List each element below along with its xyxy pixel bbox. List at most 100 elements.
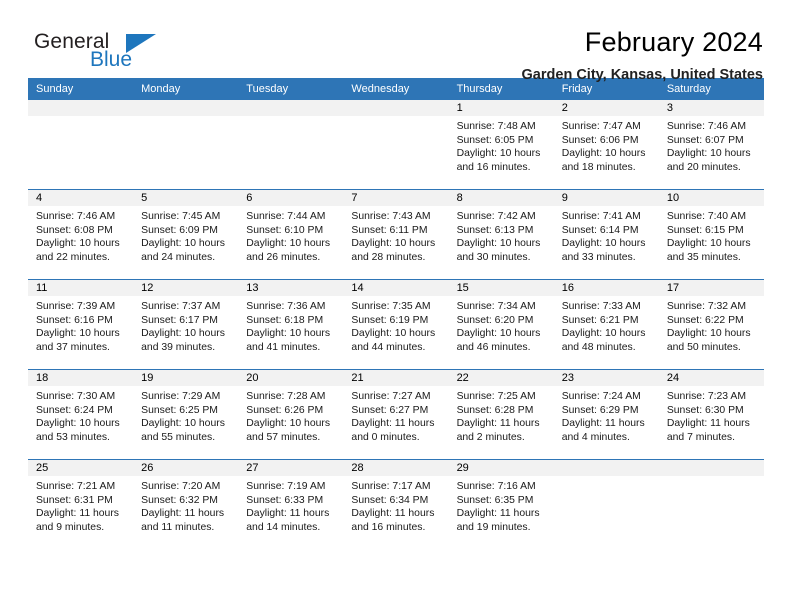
day-detail-line: Sunset: 6:15 PM xyxy=(666,224,744,236)
day-number: 14 xyxy=(343,280,449,296)
day-detail-line: Daylight: 10 hours xyxy=(141,238,225,250)
day-number: 11 xyxy=(28,280,134,296)
calendar-day-cell[interactable]: 24 Sunrise: 7:23 AM Sunset: 6:30 PM Dayligh… xyxy=(658,370,764,459)
day-detail-line: Sunrise: 7:45 AM xyxy=(141,211,221,222)
day-detail-line: and 22 minutes. xyxy=(36,251,110,263)
day-detail-line: and 0 minutes. xyxy=(351,431,420,443)
day-detail-line: Daylight: 10 hours xyxy=(456,148,541,160)
day-number: 12 xyxy=(133,280,239,296)
calendar-day-cell[interactable]: 11 Sunrise: 7:39 AM Sunset: 6:16 PM Dayligh… xyxy=(28,280,134,369)
day-details: Sunrise: 7:40 AM Sunset: 6:15 PM Daylight:… xyxy=(659,206,764,264)
day-detail-line: Sunrise: 7:29 AM xyxy=(141,391,221,402)
calendar-day-cell[interactable]: 26 Sunrise: 7:20 AM Sunset: 6:32 PM Dayligh… xyxy=(133,460,239,549)
calendar-day-cell[interactable]: 4 Sunrise: 7:46 AM Sunset: 6:08 PM Daylight… xyxy=(28,190,134,279)
day-detail-line: Sunrise: 7:37 AM xyxy=(141,301,221,312)
day-details: Sunrise: 7:35 AM Sunset: 6:19 PM Daylight:… xyxy=(343,296,448,354)
calendar-day-cell[interactable]: 14 Sunrise: 7:35 AM Sunset: 6:19 PM Dayligh… xyxy=(343,280,449,369)
day-detail-line: Daylight: 10 hours xyxy=(246,328,331,340)
day-detail-line: Sunset: 6:27 PM xyxy=(351,404,429,416)
day-detail-line: and 26 minutes. xyxy=(246,251,321,263)
calendar-day-cell[interactable]: 12 Sunrise: 7:37 AM Sunset: 6:17 PM Dayligh… xyxy=(133,280,239,369)
day-detail-line: and 57 minutes. xyxy=(246,431,321,443)
day-detail-line: Sunrise: 7:35 AM xyxy=(351,301,431,312)
day-detail-line: Sunset: 6:09 PM xyxy=(141,224,218,236)
day-detail-line: and 9 minutes. xyxy=(36,521,105,533)
day-details: Sunrise: 7:42 AM Sunset: 6:13 PM Daylight:… xyxy=(449,206,554,264)
day-detail-line: Sunrise: 7:21 AM xyxy=(36,481,116,492)
day-number: 19 xyxy=(133,370,239,386)
day-details: Sunrise: 7:43 AM Sunset: 6:11 PM Daylight:… xyxy=(343,206,448,264)
calendar-day-cell[interactable]: 27 Sunrise: 7:19 AM Sunset: 6:33 PM Dayligh… xyxy=(238,460,344,549)
calendar-day-cell[interactable]: 8 Sunrise: 7:42 AM Sunset: 6:13 PM Daylight… xyxy=(448,190,554,279)
day-detail-line: and 53 minutes. xyxy=(36,431,110,443)
day-number: 10 xyxy=(658,190,764,206)
day-detail-line: Sunset: 6:31 PM xyxy=(36,494,113,506)
day-details xyxy=(659,476,764,480)
day-details xyxy=(28,116,133,120)
day-detail-line: Daylight: 10 hours xyxy=(36,238,120,250)
day-detail-line: Sunrise: 7:34 AM xyxy=(456,301,536,312)
day-detail-line: Sunrise: 7:27 AM xyxy=(351,391,431,402)
calendar-day-cell[interactable]: 25 Sunrise: 7:21 AM Sunset: 6:31 PM Dayligh… xyxy=(28,460,134,549)
calendar-day-cell[interactable]: 1 Sunrise: 7:48 AM Sunset: 6:05 PM Daylight… xyxy=(448,100,554,189)
page-title: February 2024 xyxy=(584,27,763,57)
weekday-header-thursday: Thursday xyxy=(456,83,503,95)
day-number: 9 xyxy=(553,190,659,206)
calendar-day-cell[interactable]: 22 Sunrise: 7:25 AM Sunset: 6:28 PM Dayligh… xyxy=(448,370,554,459)
calendar-day-cell[interactable]: 15 Sunrise: 7:34 AM Sunset: 6:20 PM Dayligh… xyxy=(448,280,554,369)
calendar-day-cell[interactable]: 10 Sunrise: 7:40 AM Sunset: 6:15 PM Dayligh… xyxy=(658,190,764,279)
calendar-day-cell[interactable]: 6 Sunrise: 7:44 AM Sunset: 6:10 PM Daylight… xyxy=(238,190,344,279)
calendar-day-cell[interactable]: 21 Sunrise: 7:27 AM Sunset: 6:27 PM Dayligh… xyxy=(343,370,449,459)
day-detail-line: Daylight: 10 hours xyxy=(561,238,646,250)
calendar-day-cell[interactable]: 2 Sunrise: 7:47 AM Sunset: 6:06 PM Daylight… xyxy=(553,100,659,189)
calendar-day-cell[interactable]: 16 Sunrise: 7:33 AM Sunset: 6:21 PM Dayligh… xyxy=(553,280,659,369)
calendar-day-cell[interactable]: 5 Sunrise: 7:45 AM Sunset: 6:09 PM Daylight… xyxy=(133,190,239,279)
calendar-day-cell[interactable]: 19 Sunrise: 7:29 AM Sunset: 6:25 PM Dayligh… xyxy=(133,370,239,459)
day-detail-line: Sunset: 6:11 PM xyxy=(351,224,428,236)
calendar-day-cell[interactable]: 20 Sunrise: 7:28 AM Sunset: 6:26 PM Dayligh… xyxy=(238,370,344,459)
calendar-day-cell[interactable]: 13 Sunrise: 7:36 AM Sunset: 6:18 PM Dayligh… xyxy=(238,280,344,369)
day-detail-line: Sunrise: 7:43 AM xyxy=(351,211,431,222)
day-detail-line: Daylight: 10 hours xyxy=(666,148,751,160)
calendar-day-cell[interactable]: 28 Sunrise: 7:17 AM Sunset: 6:34 PM Dayligh… xyxy=(343,460,449,549)
day-number xyxy=(133,100,239,116)
day-details: Sunrise: 7:27 AM Sunset: 6:27 PM Daylight:… xyxy=(343,386,448,444)
weekday-header-friday: Friday xyxy=(561,83,593,95)
day-detail-line: and 33 minutes. xyxy=(561,251,636,263)
day-detail-line: Sunset: 6:14 PM xyxy=(561,224,639,236)
day-details: Sunrise: 7:32 AM Sunset: 6:22 PM Daylight:… xyxy=(659,296,764,354)
day-detail-line: Sunset: 6:34 PM xyxy=(351,494,429,506)
day-detail-line: Daylight: 10 hours xyxy=(141,418,225,430)
day-detail-line: Daylight: 10 hours xyxy=(666,328,751,340)
day-details: Sunrise: 7:48 AM Sunset: 6:05 PM Daylight:… xyxy=(449,116,554,174)
day-details: Sunrise: 7:41 AM Sunset: 6:14 PM Daylight:… xyxy=(554,206,659,264)
weekday-header-saturday: Saturday xyxy=(666,83,711,95)
day-detail-line: Sunset: 6:16 PM xyxy=(36,314,113,326)
day-details: Sunrise: 7:44 AM Sunset: 6:10 PM Daylight:… xyxy=(238,206,343,264)
day-detail-line: and 46 minutes. xyxy=(456,341,531,353)
calendar-day-cell[interactable]: 17 Sunrise: 7:32 AM Sunset: 6:22 PM Dayligh… xyxy=(658,280,764,369)
day-detail-line: Daylight: 11 hours xyxy=(246,508,330,520)
day-number: 17 xyxy=(658,280,764,296)
day-detail-line: Sunset: 6:05 PM xyxy=(456,134,534,146)
calendar-day-cell[interactable]: 23 Sunrise: 7:24 AM Sunset: 6:29 PM Dayligh… xyxy=(553,370,659,459)
day-detail-line: and 39 minutes. xyxy=(141,341,216,353)
day-detail-line: Daylight: 11 hours xyxy=(456,418,540,430)
day-detail-line: and 16 minutes. xyxy=(456,161,531,173)
day-detail-line: Daylight: 11 hours xyxy=(666,418,750,430)
calendar-day-cell[interactable]: 7 Sunrise: 7:43 AM Sunset: 6:11 PM Daylight… xyxy=(343,190,449,279)
day-detail-line: Sunset: 6:33 PM xyxy=(246,494,324,506)
day-detail-line: and 20 minutes. xyxy=(666,161,741,173)
calendar-day-cell[interactable]: 29 Sunrise: 7:16 AM Sunset: 6:35 PM Dayligh… xyxy=(448,460,554,549)
day-number: 22 xyxy=(448,370,554,386)
day-detail-line: Sunset: 6:26 PM xyxy=(246,404,324,416)
calendar-day-cell[interactable]: 18 Sunrise: 7:30 AM Sunset: 6:24 PM Dayligh… xyxy=(28,370,134,459)
day-detail-line: Daylight: 11 hours xyxy=(456,508,540,520)
day-detail-line: Sunrise: 7:41 AM xyxy=(561,211,641,222)
calendar-day-cell[interactable]: 3 Sunrise: 7:46 AM Sunset: 6:07 PM Daylight… xyxy=(658,100,764,189)
day-number: 29 xyxy=(448,460,554,476)
day-detail-line: Sunset: 6:28 PM xyxy=(456,404,534,416)
calendar-day-cell[interactable]: 9 Sunrise: 7:41 AM Sunset: 6:14 PM Daylight… xyxy=(553,190,659,279)
day-detail-line: Daylight: 10 hours xyxy=(351,238,436,250)
day-number: 16 xyxy=(553,280,659,296)
